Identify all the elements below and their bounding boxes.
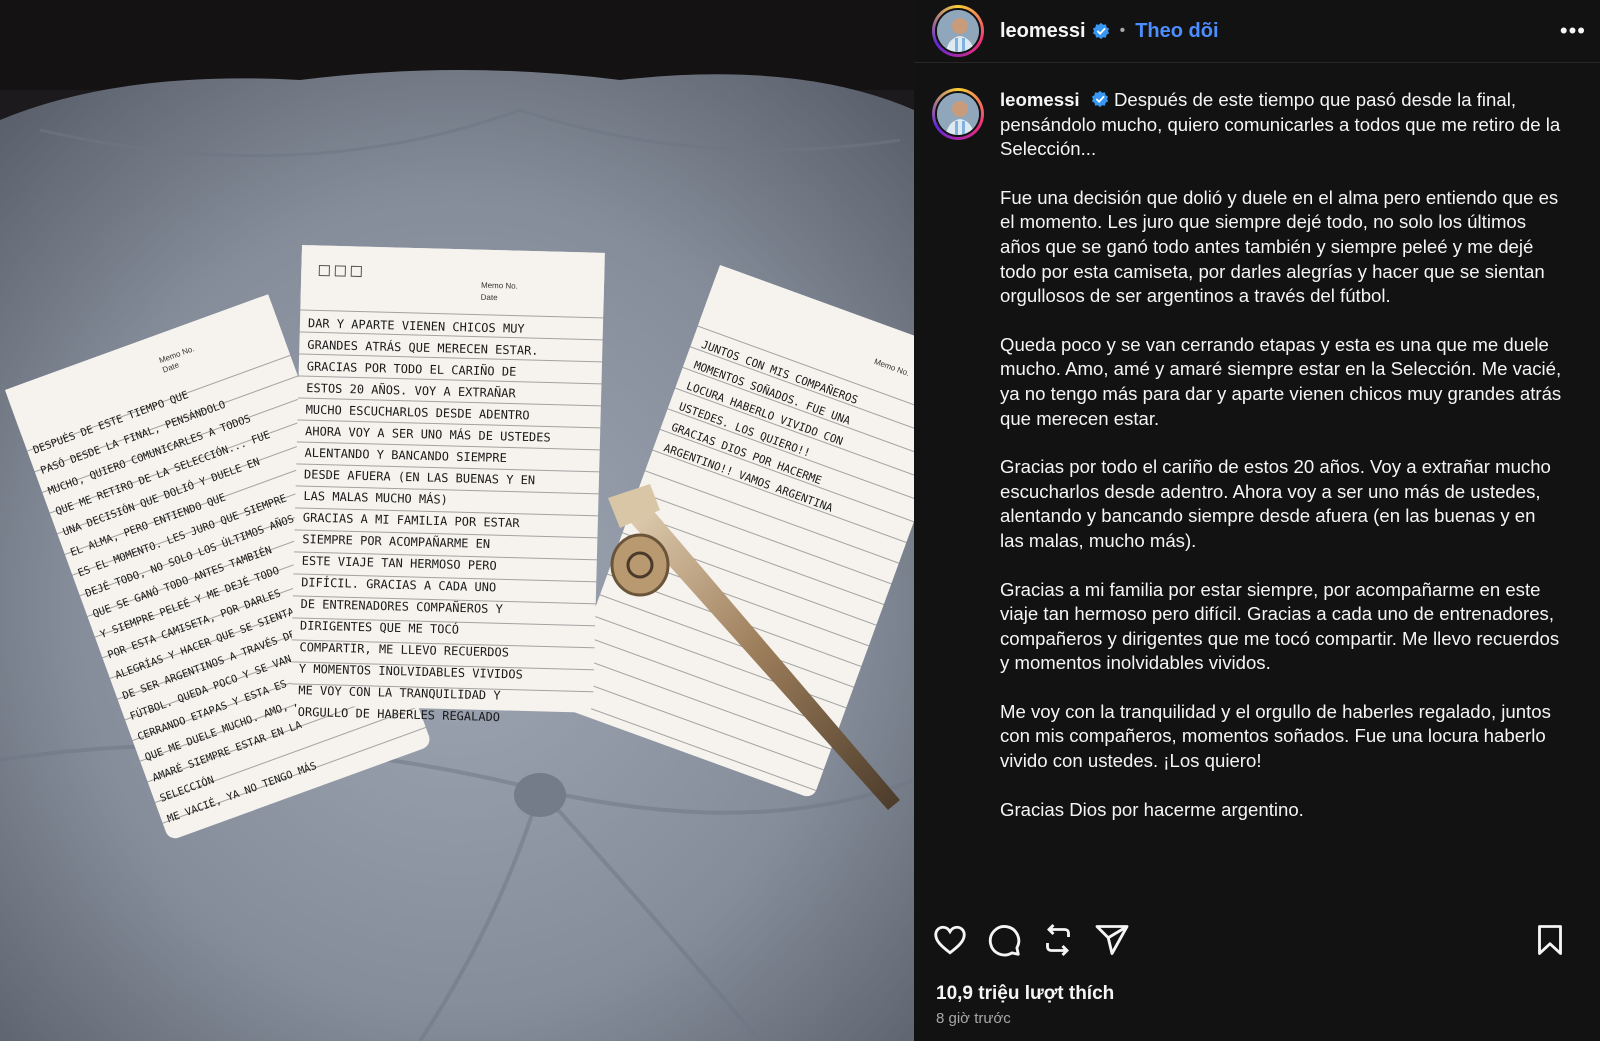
avatar[interactable] xyxy=(932,5,984,57)
post-header: leomessi • Theo dõi ••• xyxy=(914,0,1600,62)
post-photo[interactable]: Memo No. JUNTOS CON MIS COMPAÑEROS MOMENT… xyxy=(0,0,914,1041)
instagram-post-view: Memo No. JUNTOS CON MIS COMPAÑEROS MOMENT… xyxy=(0,0,1600,1041)
caption-paragraph-7: Gracias Dios por hacerme argentino. xyxy=(1000,798,1304,820)
caption-text-1: Después de este tiempo que pasó desde la… xyxy=(1000,89,1561,160)
more-icon[interactable]: ••• xyxy=(1560,18,1586,44)
header-divider xyxy=(914,62,1600,63)
comment-icon[interactable] xyxy=(986,922,1022,958)
separator-dot: • xyxy=(1119,22,1126,39)
caption-paragraph-3: Queda poco y se van cerrando etapas y es… xyxy=(1000,333,1562,429)
follow-button[interactable]: Theo dõi xyxy=(1135,20,1218,43)
heart-icon[interactable] xyxy=(932,922,968,958)
caption-avatar-image xyxy=(937,93,979,135)
caption-verified-icon xyxy=(1091,90,1108,108)
caption-paragraph-1: leomessi Después de este tiempo que pasó… xyxy=(1000,88,1562,162)
avatar-image xyxy=(937,10,979,52)
caption-paragraph-6: Me voy con la tranquilidad y el orgullo … xyxy=(1000,700,1551,772)
caption-paragraph-4: Gracias por todo el cariño de estos 20 a… xyxy=(1000,456,1551,551)
memo-no-label-middle: Memo No. xyxy=(481,281,518,291)
cushion-button xyxy=(514,773,566,817)
photo-scene: Memo No. JUNTOS CON MIS COMPAÑEROSMOMENT… xyxy=(0,0,914,1041)
repost-icon[interactable] xyxy=(1040,922,1076,958)
verified-icon xyxy=(1092,22,1109,40)
caption-avatar[interactable] xyxy=(932,88,984,140)
caption-text: leomessi Después de este tiempo que pasó… xyxy=(1000,88,1562,846)
caption-username[interactable]: leomessi xyxy=(1000,89,1080,110)
bookmark-icon[interactable] xyxy=(1532,922,1568,958)
date-label-middle: Date xyxy=(481,293,499,302)
post-details-panel: leomessi • Theo dõi ••• leomessi Después… xyxy=(914,0,1600,1041)
caption-paragraph-5: Gracias a mi familia por estar siempre, … xyxy=(1000,578,1560,674)
likes-count[interactable]: 10,9 triệu lượt thích xyxy=(936,983,1114,1005)
caption-row: leomessi Después de este tiempo que pasó… xyxy=(932,88,1582,846)
share-icon[interactable] xyxy=(1094,922,1130,958)
note-middle: Memo No. Date DAR Y APARTE VIENEN CHICOS… xyxy=(290,245,605,724)
caption-paragraph-2: Fue una decisión que dolió y duele en el… xyxy=(1000,186,1559,307)
action-bar xyxy=(932,922,1582,962)
post-time[interactable]: 8 giờ trước xyxy=(936,1010,1011,1027)
username[interactable]: leomessi xyxy=(1000,20,1086,43)
